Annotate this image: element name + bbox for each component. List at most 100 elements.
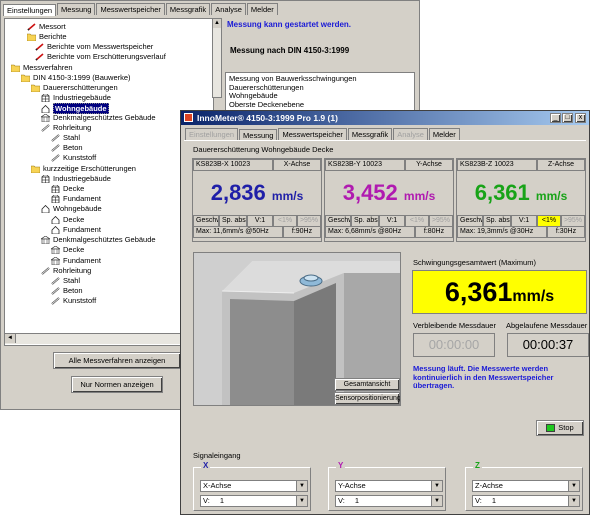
- axis-unit: mm/s: [403, 189, 436, 203]
- input-axis-label: X: [201, 461, 211, 470]
- sensor-positioning-button[interactable]: Sensorpositionierung: [334, 392, 400, 405]
- tree-node[interactable]: Dauererschütterungen: [31, 83, 118, 92]
- tree-node[interactable]: Berichte: [27, 32, 67, 41]
- tab-analyse[interactable]: Analyse: [393, 128, 428, 140]
- stop-label: Stop: [558, 423, 574, 432]
- total-value: 6,361: [444, 277, 513, 307]
- tab-messwertspeicher[interactable]: Messwertspeicher: [278, 128, 347, 140]
- tree-node-label: Wohngebäude: [53, 204, 102, 213]
- stop-button[interactable]: Stop: [536, 420, 584, 436]
- tree-node[interactable]: Kunststoff: [51, 153, 96, 162]
- measurement-subtitle: Dauererschütterung Wohngebäude Decke: [193, 145, 334, 154]
- tree-node[interactable]: Denkmalgeschütztes Gebäude: [41, 113, 156, 122]
- axis-select-value: Z-Achse: [475, 481, 503, 490]
- gain-prefix: V:: [475, 496, 482, 505]
- gain-select[interactable]: V: 1 ▼: [335, 495, 443, 507]
- maximize-button[interactable]: □: [562, 113, 573, 123]
- tree-node[interactable]: Denkmalgeschütztes Gebäude: [41, 235, 156, 244]
- dropdown-arrow-icon[interactable]: ▼: [568, 481, 579, 491]
- folder-icon: [21, 74, 30, 82]
- tree-node[interactable]: Messverfahren: [11, 63, 73, 72]
- back-tab-messwertspeicher[interactable]: Messwertspeicher: [96, 3, 165, 15]
- signal-input-group: Z Z-Achse ▼ V: 1 ▼: [465, 461, 583, 511]
- show-norms-only-button[interactable]: Nur Normen anzeigen: [71, 376, 163, 393]
- house-icon: [41, 104, 50, 113]
- tree-node-label: Fundament: [63, 194, 101, 203]
- right-scrollbar[interactable]: ▲: [212, 18, 222, 98]
- back-tab-melder[interactable]: Melder: [246, 3, 278, 15]
- tree-node-label: Messverfahren: [23, 63, 73, 72]
- tree-node[interactable]: Fundament: [51, 225, 101, 234]
- tree-node[interactable]: Stahl: [51, 276, 80, 285]
- sensor-id: KS823B-X 10023: [193, 159, 273, 171]
- gain-select[interactable]: V: 1 ▼: [472, 495, 580, 507]
- tree-node[interactable]: Berichte vom Messwertspeicher: [35, 42, 153, 51]
- scroll-up-icon[interactable]: ▲: [213, 19, 221, 28]
- scroll-left-icon[interactable]: ◄: [5, 334, 16, 343]
- tree-node[interactable]: Decke: [51, 184, 84, 193]
- tree-node[interactable]: Kunststoff: [51, 296, 96, 305]
- total-unit: mm/s: [512, 288, 555, 305]
- axis-value: 6,361: [474, 180, 530, 205]
- tree-node-label: Berichte: [39, 32, 67, 41]
- title-bar[interactable]: InnoMeter® 4150-3:1999 Pro 1.9 (1) _ □ x: [181, 111, 589, 125]
- tree-node-label: Berichte vom Messwertspeicher: [47, 42, 154, 51]
- axis-unit: mm/s: [271, 189, 304, 203]
- tab-einstellungen[interactable]: Einstellungen: [185, 128, 239, 140]
- tree-node-label: Decke: [63, 215, 85, 224]
- pipe-icon: [51, 143, 60, 152]
- tab-melder[interactable]: Melder: [428, 128, 460, 140]
- tree-node[interactable]: Fundament: [51, 194, 101, 203]
- minimize-button[interactable]: _: [550, 113, 561, 123]
- tree-node[interactable]: Berichte vom Erschütterungsverlauf: [35, 52, 166, 61]
- monument-icon: [51, 256, 60, 265]
- front-tabbar: Einstellungen Messung Messwertspeicher M…: [185, 127, 461, 141]
- tree-node[interactable]: Messort: [27, 22, 66, 31]
- dropdown-arrow-icon[interactable]: ▼: [431, 496, 442, 506]
- tree-node[interactable]: Decke: [51, 245, 84, 254]
- axis-select[interactable]: Z-Achse ▼: [472, 480, 580, 492]
- tree-node-label: Decke: [63, 245, 85, 254]
- din-heading: Messung nach DIN 4150-3:1999: [230, 46, 350, 55]
- tree-node[interactable]: DIN 4150-3:1999 (Bauwerke): [21, 73, 131, 82]
- show-all-methods-button[interactable]: Alle Messverfahren anzeigen: [53, 352, 181, 369]
- tree-node[interactable]: Decke: [51, 215, 84, 224]
- folder-icon: [31, 165, 40, 173]
- tree-node[interactable]: Rohrleitung: [41, 123, 91, 132]
- close-button[interactable]: x: [575, 113, 586, 123]
- tree-node[interactable]: kurzzeitige Erschütterungen: [31, 164, 136, 173]
- dropdown-arrow-icon[interactable]: ▼: [431, 481, 442, 491]
- back-tab-einstellungen[interactable]: Einstellungen: [3, 4, 57, 16]
- tree-node[interactable]: Industriegebäude: [41, 93, 111, 102]
- tree-node[interactable]: Beton: [51, 286, 83, 295]
- axis-select[interactable]: Y-Achse ▼: [335, 480, 443, 492]
- frequency: f:80Hz: [415, 226, 453, 238]
- axis-select-value: Y-Achse: [338, 481, 366, 490]
- tree-node[interactable]: Wohngebäude: [41, 204, 102, 213]
- building-3d-view[interactable]: Gesamtansicht Sensorpositionierung: [193, 252, 401, 406]
- axis-select[interactable]: X-Achse ▼: [200, 480, 308, 492]
- back-tab-analyse[interactable]: Analyse: [211, 3, 246, 15]
- dropdown-arrow-icon[interactable]: ▼: [296, 496, 307, 506]
- folder-icon: [11, 64, 20, 72]
- pen-icon: [35, 42, 44, 51]
- tree-node[interactable]: Industriegebäude: [41, 174, 111, 183]
- sensor-id: KS823B-Y 10023: [325, 159, 405, 171]
- tree-node-label: Rohrleitung: [53, 123, 92, 132]
- tree-node[interactable]: Beton: [51, 143, 83, 152]
- elapsed-time: 00:00:37: [507, 333, 589, 357]
- back-tabbar: Einstellungen Messung Messwertspeicher M…: [1, 1, 419, 16]
- gain-select[interactable]: V: 1 ▼: [200, 495, 308, 507]
- tree-node[interactable]: Rohrleitung: [41, 266, 91, 275]
- back-tab-messung[interactable]: Messung: [57, 3, 96, 15]
- back-tab-messgrafik[interactable]: Messgrafik: [165, 3, 211, 15]
- tree-node[interactable]: Fundament: [51, 256, 101, 265]
- dropdown-arrow-icon[interactable]: ▼: [568, 496, 579, 506]
- dropdown-arrow-icon[interactable]: ▼: [296, 481, 307, 491]
- overview-button[interactable]: Gesamtansicht: [334, 378, 400, 391]
- gain-value: 1: [354, 496, 360, 505]
- tree-node[interactable]: Stahl: [51, 133, 80, 142]
- axis-value: 2,836: [210, 180, 266, 205]
- pipe-icon: [51, 153, 60, 162]
- tab-messgrafik[interactable]: Messgrafik: [347, 128, 393, 140]
